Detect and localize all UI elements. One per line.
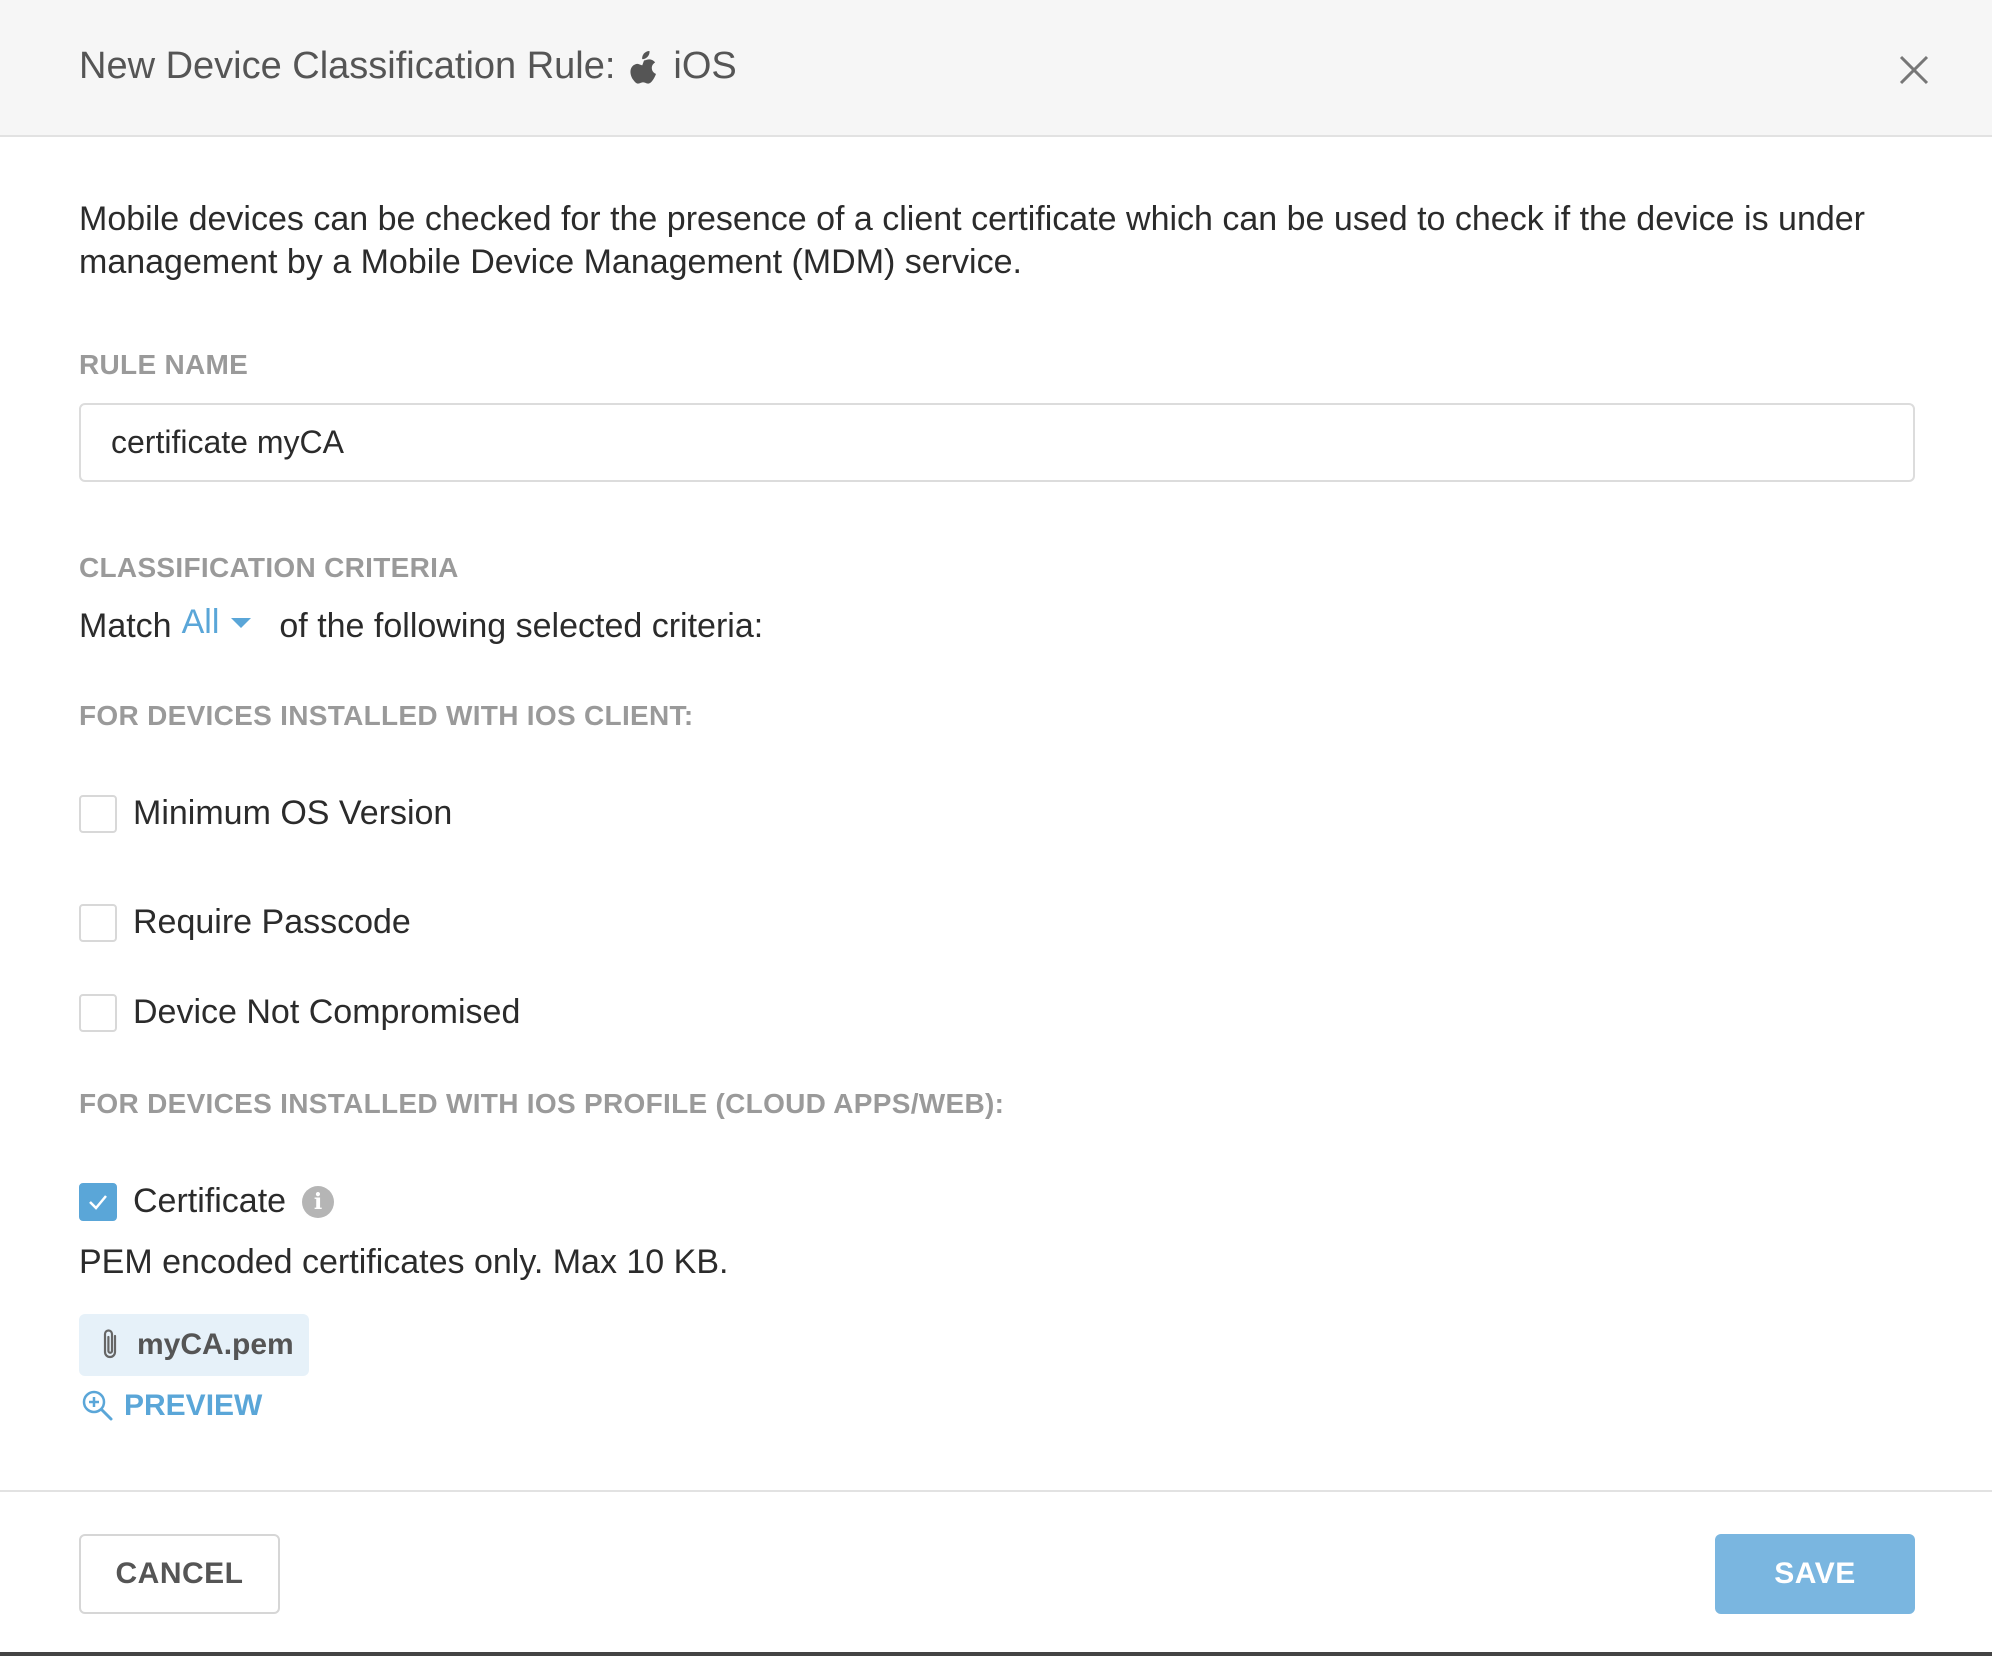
ios-client-section-label: FOR DEVICES INSTALLED WITH IOS CLIENT:	[79, 700, 694, 731]
dialog-title: New Device Classification Rule: iOS	[79, 45, 737, 88]
window-bottom-edge	[0, 1652, 1992, 1656]
attached-file-name: myCA.pem	[137, 1328, 294, 1361]
ios-profile-section-label: FOR DEVICES INSTALLED WITH IOS PROFILE (…	[79, 1088, 1005, 1119]
cancel-button[interactable]: CANCEL	[79, 1534, 280, 1614]
zoom-in-icon	[82, 1390, 113, 1421]
rule-name-label: RULE NAME	[79, 349, 249, 380]
match-dropdown-value: All	[181, 603, 220, 641]
save-button[interactable]: SAVE	[1715, 1534, 1915, 1614]
footer-divider	[0, 1490, 1992, 1492]
certificate-hint: PEM encoded certificates only. Max 10 KB…	[79, 1243, 729, 1281]
match-row: Match All of the following selected crit…	[79, 603, 764, 646]
match-prefix: Match	[79, 607, 172, 645]
apple-icon	[629, 49, 659, 85]
dialog-description: Mobile devices can be checked for the pr…	[79, 200, 1865, 281]
info-icon[interactable]: i	[302, 1185, 335, 1218]
preview-label: PREVIEW	[124, 1389, 263, 1422]
certificate-label: Certificate	[133, 1182, 287, 1220]
preview-link[interactable]: PREVIEW	[80, 1388, 262, 1424]
rule-name-input[interactable]	[79, 403, 1915, 482]
classification-rule-dialog: New Device Classification Rule: iOS Mobi…	[0, 0, 1992, 1656]
classification-criteria-label: CLASSIFICATION CRITERIA	[79, 552, 459, 583]
paperclip-icon	[103, 1329, 117, 1359]
minimum-os-version-checkbox[interactable]	[79, 794, 117, 833]
criteria-certificate[interactable]: Certificate i	[79, 1182, 335, 1221]
criteria-label: Require Passcode	[133, 903, 411, 941]
match-dropdown[interactable]: All	[182, 603, 252, 642]
criteria-label: Minimum OS Version	[133, 794, 453, 832]
checkmark-icon	[89, 1194, 107, 1210]
dialog-title-text: New Device Classification Rule:	[79, 45, 616, 87]
criteria-label: Device Not Compromised	[133, 993, 521, 1031]
criteria-minimum-os-version[interactable]: Minimum OS Version	[79, 794, 452, 833]
criteria-require-passcode[interactable]: Require Passcode	[79, 903, 411, 942]
match-suffix: of the following selected criteria:	[279, 607, 764, 645]
criteria-device-not-compromised[interactable]: Device Not Compromised	[79, 993, 520, 1032]
require-passcode-checkbox[interactable]	[79, 903, 117, 942]
certificate-checkbox[interactable]	[79, 1182, 117, 1221]
caret-down-icon	[231, 617, 252, 628]
attached-file-chip[interactable]: myCA.pem	[79, 1314, 309, 1376]
close-icon[interactable]	[1892, 48, 1936, 92]
dialog-platform: iOS	[673, 45, 737, 87]
dialog-header: New Device Classification Rule: iOS	[0, 0, 1992, 137]
device-not-compromised-checkbox[interactable]	[79, 993, 117, 1032]
